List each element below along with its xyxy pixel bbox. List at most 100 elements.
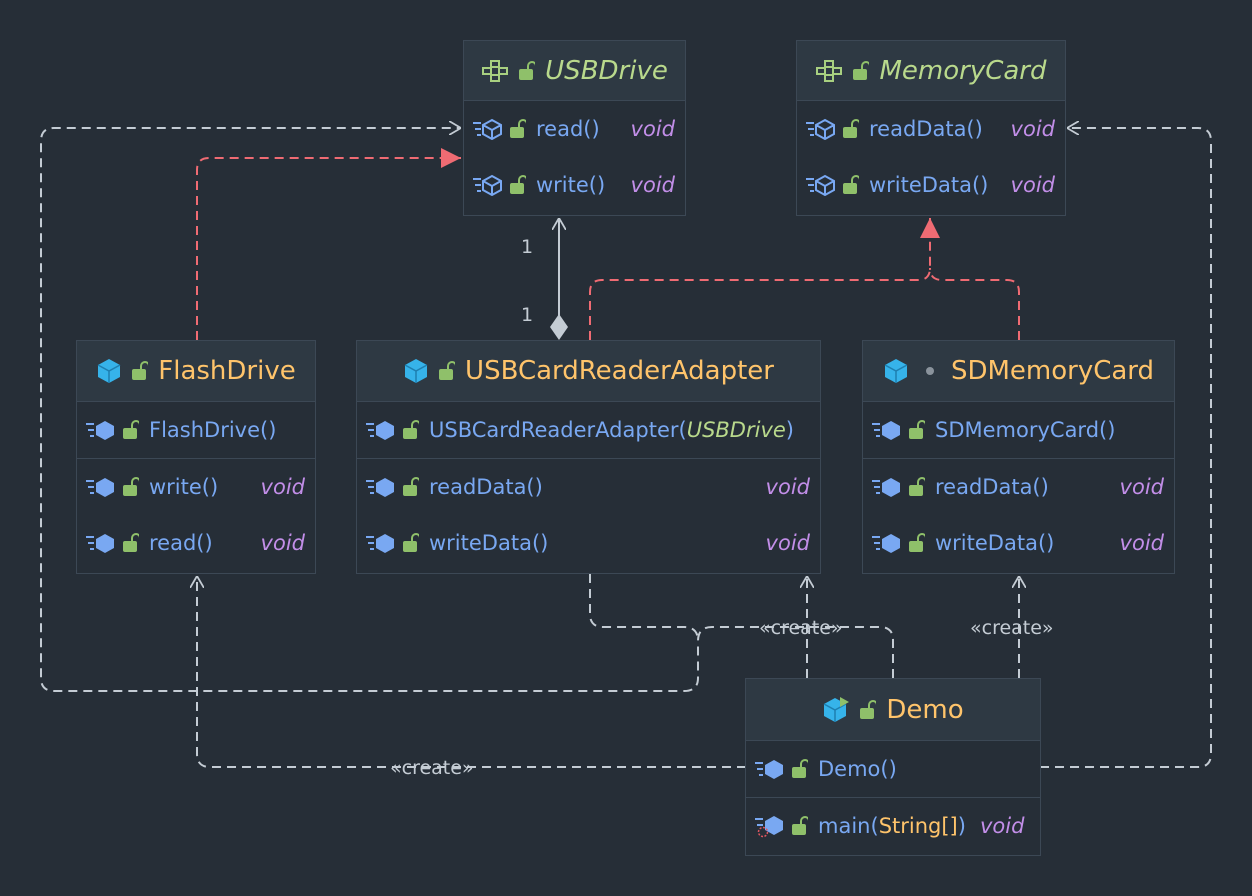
lock-open-icon — [401, 420, 419, 440]
interface-icon — [815, 59, 845, 83]
constructor-signature: USBCardReaderAdapter(USBDrive) — [429, 418, 794, 442]
member-row[interactable]: read() void — [464, 101, 685, 157]
method-return-type: void — [765, 531, 810, 555]
static-method-icon — [754, 814, 786, 838]
method-name: readData() — [935, 475, 1049, 499]
constructor-name: Demo() — [818, 757, 897, 781]
node-header: SDMemoryCard — [863, 341, 1174, 402]
lock-open-icon — [907, 420, 925, 440]
class-icon — [96, 358, 122, 384]
class-icon — [403, 358, 429, 384]
method-icon — [472, 174, 504, 196]
constructor-icon — [871, 419, 903, 441]
node-header: FlashDrive — [77, 341, 315, 402]
member-row[interactable]: writeData() void — [797, 157, 1065, 213]
constructor-row[interactable]: FlashDrive() — [77, 402, 315, 458]
lock-open-icon — [517, 60, 536, 81]
constructor-name: SDMemoryCard() — [935, 418, 1116, 442]
package-dot-icon — [923, 364, 937, 378]
create-demo-flashdrive — [197, 576, 746, 768]
method-row[interactable]: main(String[]) void — [746, 798, 1040, 854]
paren-open: ( — [870, 814, 879, 838]
method-icon — [365, 532, 397, 554]
multiplicity-label-top: 1 — [521, 236, 534, 258]
method-icon — [85, 532, 117, 554]
constructor-name: FlashDrive() — [149, 418, 277, 442]
node-sdmemorycard[interactable]: SDMemoryCard SDMemoryCard() readData() v… — [862, 340, 1175, 574]
create-label-sdcard: «create» — [970, 617, 1054, 639]
lock-open-icon — [790, 759, 808, 779]
create-label-flashdrive: «create» — [390, 757, 474, 779]
constructor-row[interactable]: Demo() — [746, 741, 1040, 797]
method-icon — [805, 174, 837, 196]
realization-adapter-memorycard — [589, 218, 940, 340]
lock-open-icon — [508, 175, 526, 195]
method-icon — [871, 532, 903, 554]
member-row[interactable]: write() void — [464, 157, 685, 213]
lock-open-icon — [790, 816, 808, 836]
node-title: MemoryCard — [879, 55, 1047, 86]
method-row[interactable]: readData() void — [357, 459, 820, 515]
constructor-row[interactable]: SDMemoryCard() — [863, 402, 1174, 458]
member-row[interactable]: readData() void — [797, 101, 1065, 157]
method-icon — [871, 476, 903, 498]
member-return-type: void — [1010, 173, 1055, 197]
method-return-type: void — [765, 475, 810, 499]
interface-icon — [481, 59, 511, 83]
create-label-adapter: «create» — [759, 617, 843, 639]
method-return-type: void — [1119, 531, 1164, 555]
method-icon — [85, 476, 117, 498]
class-icon — [883, 358, 909, 384]
node-title: FlashDrive — [158, 356, 296, 386]
main-class-icon — [822, 696, 850, 724]
node-header: Demo — [746, 679, 1040, 741]
lock-open-icon — [130, 361, 149, 381]
node-header: USBCardReaderAdapter — [357, 341, 820, 402]
method-row[interactable]: writeData() void — [357, 515, 820, 571]
method-row[interactable]: readData() void — [863, 459, 1174, 515]
node-usbdrive[interactable]: USBDrive read() void write() void — [463, 40, 686, 216]
composition-diamond — [550, 314, 568, 340]
constructor-icon — [365, 419, 397, 441]
lock-open-icon — [121, 420, 139, 440]
node-demo[interactable]: Demo Demo() main(String[]) void — [745, 678, 1041, 856]
method-row[interactable]: read() void — [77, 515, 315, 571]
lock-open-icon — [437, 361, 456, 381]
method-return-type: void — [979, 814, 1025, 838]
method-name: read() — [149, 531, 213, 555]
member-name: readData() — [869, 117, 983, 141]
member-name: write() — [536, 173, 606, 197]
lock-open-icon — [401, 477, 419, 497]
node-title: Demo — [886, 694, 964, 725]
node-usbcardreaderadapter[interactable]: USBCardReaderAdapter USBCardReaderAdapte… — [356, 340, 821, 574]
lock-open-icon — [907, 477, 925, 497]
method-row[interactable]: write() void — [77, 459, 315, 515]
node-title: USBDrive — [545, 55, 668, 86]
method-signature: main(String[]) — [818, 814, 966, 838]
member-return-type: void — [630, 173, 675, 197]
constructor-row[interactable]: USBCardReaderAdapter(USBDrive) — [357, 402, 820, 458]
node-header: USBDrive — [464, 41, 685, 101]
member-name: writeData() — [869, 173, 989, 197]
lock-open-icon — [851, 60, 870, 81]
lock-open-icon — [841, 119, 859, 139]
node-memorycard[interactable]: MemoryCard readData() void writeData() v… — [796, 40, 1066, 216]
method-name: writeData() — [429, 531, 549, 555]
method-name: main — [818, 814, 871, 838]
paren-open: ( — [678, 418, 687, 442]
method-return-type: void — [1119, 475, 1164, 499]
member-return-type: void — [630, 117, 675, 141]
constructor-icon — [754, 758, 786, 780]
node-flashdrive[interactable]: FlashDrive FlashDrive() write() void rea… — [76, 340, 316, 574]
member-return-type: void — [1010, 117, 1055, 141]
method-name: write() — [149, 475, 219, 499]
lock-open-icon — [121, 533, 139, 553]
lock-open-icon — [121, 477, 139, 497]
method-name: readData() — [429, 475, 543, 499]
lock-open-icon — [841, 175, 859, 195]
lock-open-icon — [401, 533, 419, 553]
dependency-adapter-down — [589, 574, 699, 642]
constructor-param-type: USBDrive — [686, 418, 786, 442]
paren-close: ) — [785, 418, 794, 442]
method-row[interactable]: writeData() void — [863, 515, 1174, 571]
